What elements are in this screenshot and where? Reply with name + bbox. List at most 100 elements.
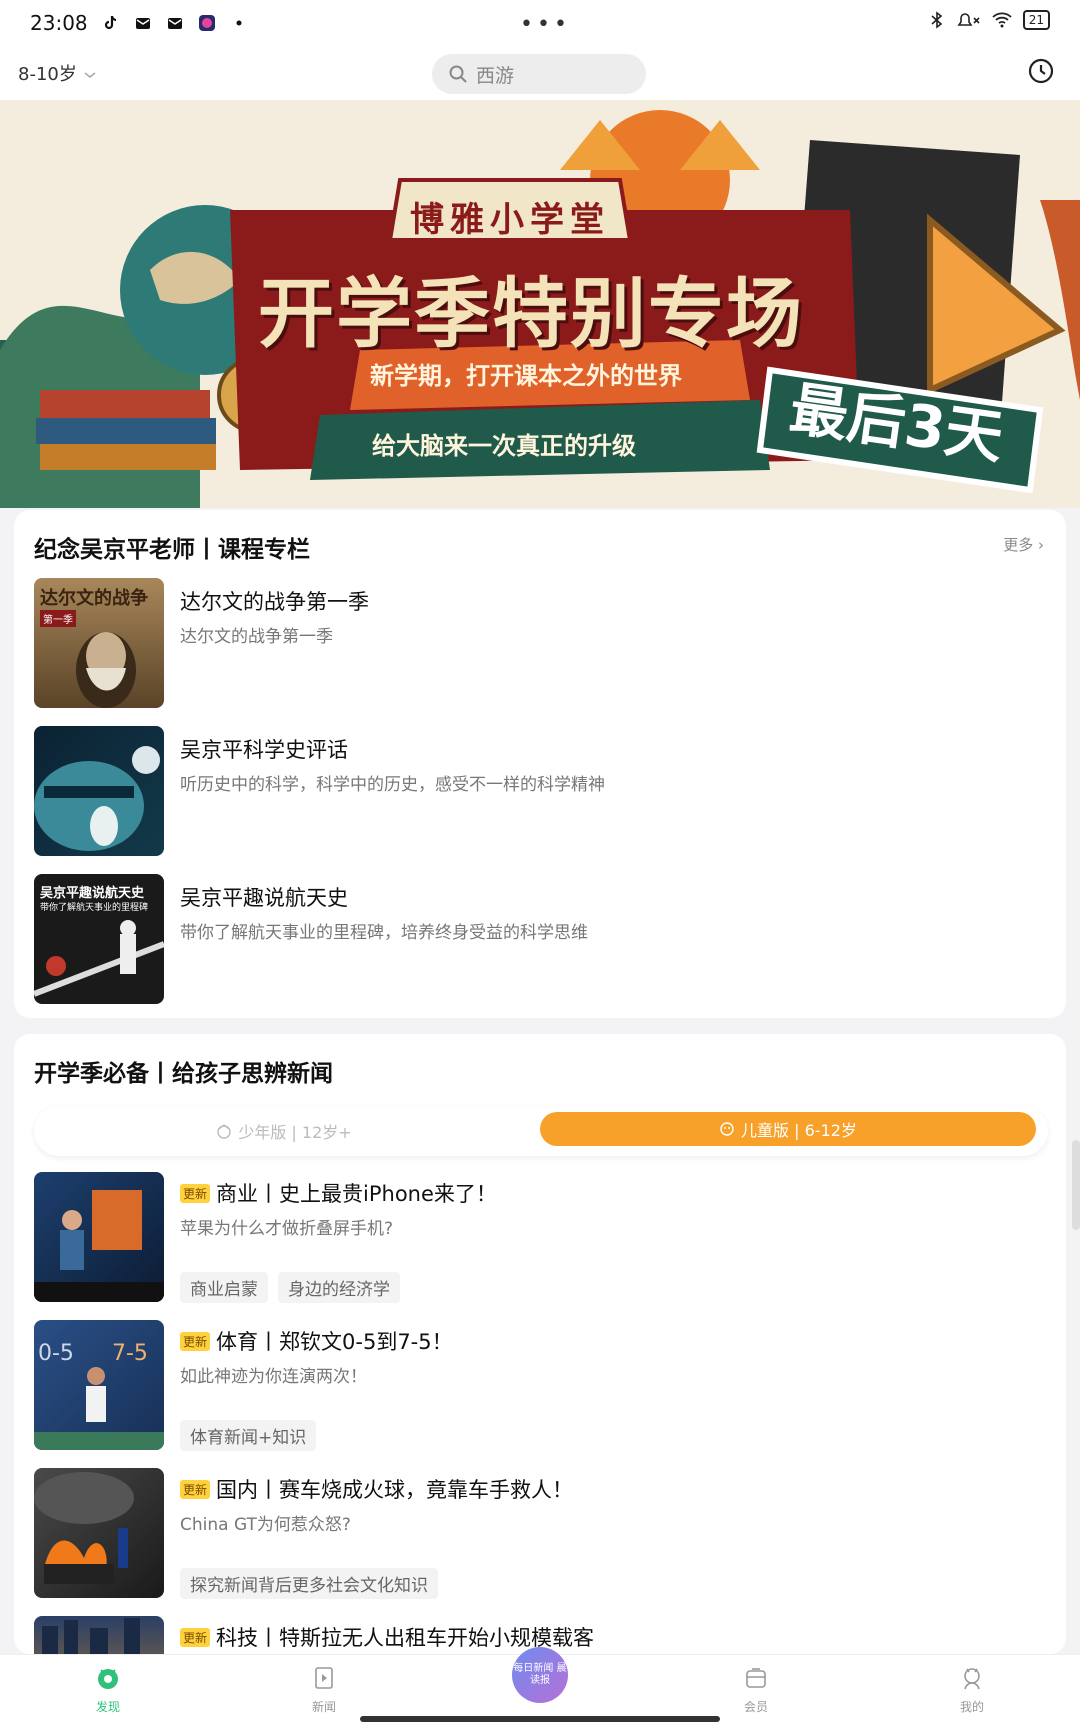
news-thumbnail: 0-5 7-5 <box>34 1320 164 1450</box>
news-tags: 商业启蒙 身边的经济学 <box>180 1272 400 1303</box>
nav-member-label: 会员 <box>743 1700 768 1714</box>
chevron-down-icon <box>84 72 96 79</box>
more-label: 更多 <box>1003 536 1034 554</box>
tab-kids-label: 儿童版 | 6-12岁 <box>741 1121 857 1140</box>
tiktok-icon <box>104 15 116 30</box>
news-section: 开学季必备丨给孩子思辨新闻 少年版 | 12岁+ 儿童版 | 6-12岁 更新 … <box>14 1034 1066 1728</box>
course-item[interactable]: 吴京平科学史评话 听历史中的科学，科学中的历史，感受不一样的科学精神 <box>34 726 1034 856</box>
daily-news-button[interactable]: 每日新闻 晨读报 <box>512 1647 568 1703</box>
status-bar: 23:08 ••• 21 <box>0 0 1080 46</box>
course-thumbnail: 吴京平趣说航天史 带你了解航天事业的里程碑 <box>34 874 164 1004</box>
tab-teen-label: 少年版 | 12岁+ <box>238 1123 352 1142</box>
bluetooth-icon <box>931 11 942 29</box>
tab-kids-edition[interactable]: 儿童版 | 6-12岁 <box>540 1112 1036 1146</box>
wifi-icon <box>992 12 1012 28</box>
news-tags: 探究新闻背后更多社会文化知识 <box>180 1568 438 1599</box>
news-tags: 体育新闻+知识 <box>180 1420 317 1451</box>
nav-discover[interactable]: 发现 <box>68 1665 148 1715</box>
news-item[interactable]: 更新 商业丨史上最贵iPhone来了！ 苹果为什么才做折叠屏手机? 商业启蒙 身… <box>34 1172 1044 1308</box>
more-dot-icon <box>236 20 242 26</box>
course-title: 吴京平科学史评话 <box>180 738 348 762</box>
course-subtitle: 听历史中的科学，科学中的历史，感受不一样的科学精神 <box>180 775 605 795</box>
search-bar[interactable]: 西游 <box>432 54 646 94</box>
course-thumbnail: 达尔文的战争 第一季 <box>34 578 164 708</box>
battery-icon: 21 <box>1022 10 1050 30</box>
tennis-player-icon: 0-5 7-5 <box>34 1341 164 1450</box>
app-icon <box>198 15 215 31</box>
promo-banner[interactable]: 博雅小学堂 开学季特别专场 新学期，打开课本之外的世界 给大脑来一次真正的升级 … <box>0 100 1080 508</box>
home-indicator[interactable] <box>360 1716 720 1722</box>
news-tag[interactable]: 商业启蒙 <box>180 1272 268 1303</box>
teen-face-icon <box>217 1124 232 1139</box>
news-subtitle: China GT为何惹众怒? <box>180 1515 351 1535</box>
course-title: 吴京平趣说航天史 <box>180 886 348 910</box>
news-item[interactable]: 0-5 7-5 更新 体育丨郑钦文0-5到7-5！ 如此神迹为你连演两次！ 体育新… <box>34 1320 1044 1456</box>
banner-headline: 开学季特别专场 <box>258 269 804 358</box>
banner-subtitle: 博雅小学堂 <box>410 200 610 240</box>
mail-icon-2 <box>167 18 182 29</box>
multitask-dots[interactable]: ••• <box>520 12 571 37</box>
nav-member[interactable]: 会员 <box>716 1665 796 1715</box>
car-fire-icon <box>34 1472 134 1584</box>
nav-news-label: 新闻 <box>311 1700 336 1714</box>
course-subtitle: 达尔文的战争第一季 <box>180 627 333 647</box>
update-badge: 更新 <box>180 1331 211 1351</box>
profile-icon <box>964 1668 980 1690</box>
kid-face-icon <box>720 1122 734 1136</box>
news-section-title: 开学季必备丨给孩子思辨新闻 <box>34 1061 333 1087</box>
news-title: 国内丨赛车烧成火球，竟靠车手救人！ <box>216 1478 574 1502</box>
daily-news-label: 每日新闻 晨读报 <box>513 1663 567 1686</box>
history-icon[interactable] <box>1028 58 1054 84</box>
tab-teen-edition[interactable]: 少年版 | 12岁+ <box>34 1106 534 1156</box>
astronaut-icon <box>34 920 164 997</box>
chevron-right-icon: › <box>1038 536 1044 554</box>
update-badge: 更新 <box>180 1479 211 1499</box>
course-section: 纪念吴京平老师丨课程专栏 更多 › 达尔文的战争 第一季 达尔文的战争第一季 达… <box>14 510 1066 1018</box>
news-icon <box>315 1667 333 1689</box>
darwin-portrait-icon <box>76 632 136 708</box>
bell-mute-icon <box>957 13 980 26</box>
news-title: 体育丨郑钦文0-5到7-5！ <box>216 1330 453 1354</box>
course-title: 达尔文的战争第一季 <box>180 590 369 614</box>
banner-line1: 新学期，打开课本之外的世界 <box>370 361 682 390</box>
scroll-handle[interactable] <box>1072 1140 1080 1230</box>
news-title-row: 更新 体育丨郑钦文0-5到7-5！ <box>180 1326 453 1356</box>
nav-discover-label: 发现 <box>95 1700 120 1714</box>
notification-icons <box>102 14 248 32</box>
news-tag[interactable]: 体育新闻+知识 <box>180 1420 317 1451</box>
course-section-title: 纪念吴京平老师丨课程专栏 <box>34 537 310 563</box>
news-subtitle: 苹果为什么才做折叠屏手机? <box>180 1219 394 1239</box>
news-item[interactable]: 更新 国内丨赛车烧成火球，竟靠车手救人！ China GT为何惹众怒? 探究新闻… <box>34 1468 1044 1604</box>
presenter-image-icon <box>34 1190 164 1302</box>
news-thumbnail <box>34 1468 164 1598</box>
course-thumbnail <box>34 726 164 856</box>
news-thumbnail <box>34 1172 164 1302</box>
age-selector[interactable]: 8-10岁 <box>18 60 97 86</box>
course-subtitle: 带你了解航天事业的里程碑，培养终身受益的科学思维 <box>180 923 588 943</box>
update-badge: 更新 <box>180 1627 211 1647</box>
svg-text:7-5: 7-5 <box>112 1341 148 1366</box>
nav-profile-label: 我的 <box>959 1700 984 1714</box>
nav-news[interactable]: 新闻 <box>284 1665 364 1715</box>
age-label: 8-10岁 <box>18 64 77 85</box>
news-title-row: 更新 国内丨赛车烧成火球，竟靠车手救人！ <box>180 1474 573 1504</box>
course-item[interactable]: 达尔文的战争 第一季 达尔文的战争第一季 达尔文的战争第一季 <box>34 578 1034 708</box>
news-subtitle: 如此神迹为你连演两次！ <box>180 1367 367 1387</box>
course-item[interactable]: 吴京平趣说航天史 带你了解航天事业的里程碑 吴京平趣说航天史 带你了解航天事业的… <box>34 874 1034 1004</box>
more-link[interactable]: 更多 › <box>1003 534 1044 555</box>
spaceship-icon <box>34 746 160 851</box>
mail-icon <box>135 18 150 29</box>
member-icon <box>746 1668 766 1688</box>
system-icons: 21 <box>929 10 1050 30</box>
status-time: 23:08 <box>30 11 88 35</box>
banner-line2: 给大脑来一次真正的升级 <box>372 431 636 460</box>
discover-icon <box>98 1669 118 1689</box>
news-title: 商业丨史上最贵iPhone来了！ <box>216 1182 497 1206</box>
search-icon <box>449 65 467 83</box>
nav-profile[interactable]: 我的 <box>932 1665 1012 1715</box>
news-tag[interactable]: 探究新闻背后更多社会文化知识 <box>180 1568 438 1599</box>
update-badge: 更新 <box>180 1183 211 1203</box>
top-bar: 8-10岁 西游 <box>0 46 1080 100</box>
news-tag[interactable]: 身边的经济学 <box>278 1272 400 1303</box>
svg-text:0-5: 0-5 <box>38 1341 74 1366</box>
